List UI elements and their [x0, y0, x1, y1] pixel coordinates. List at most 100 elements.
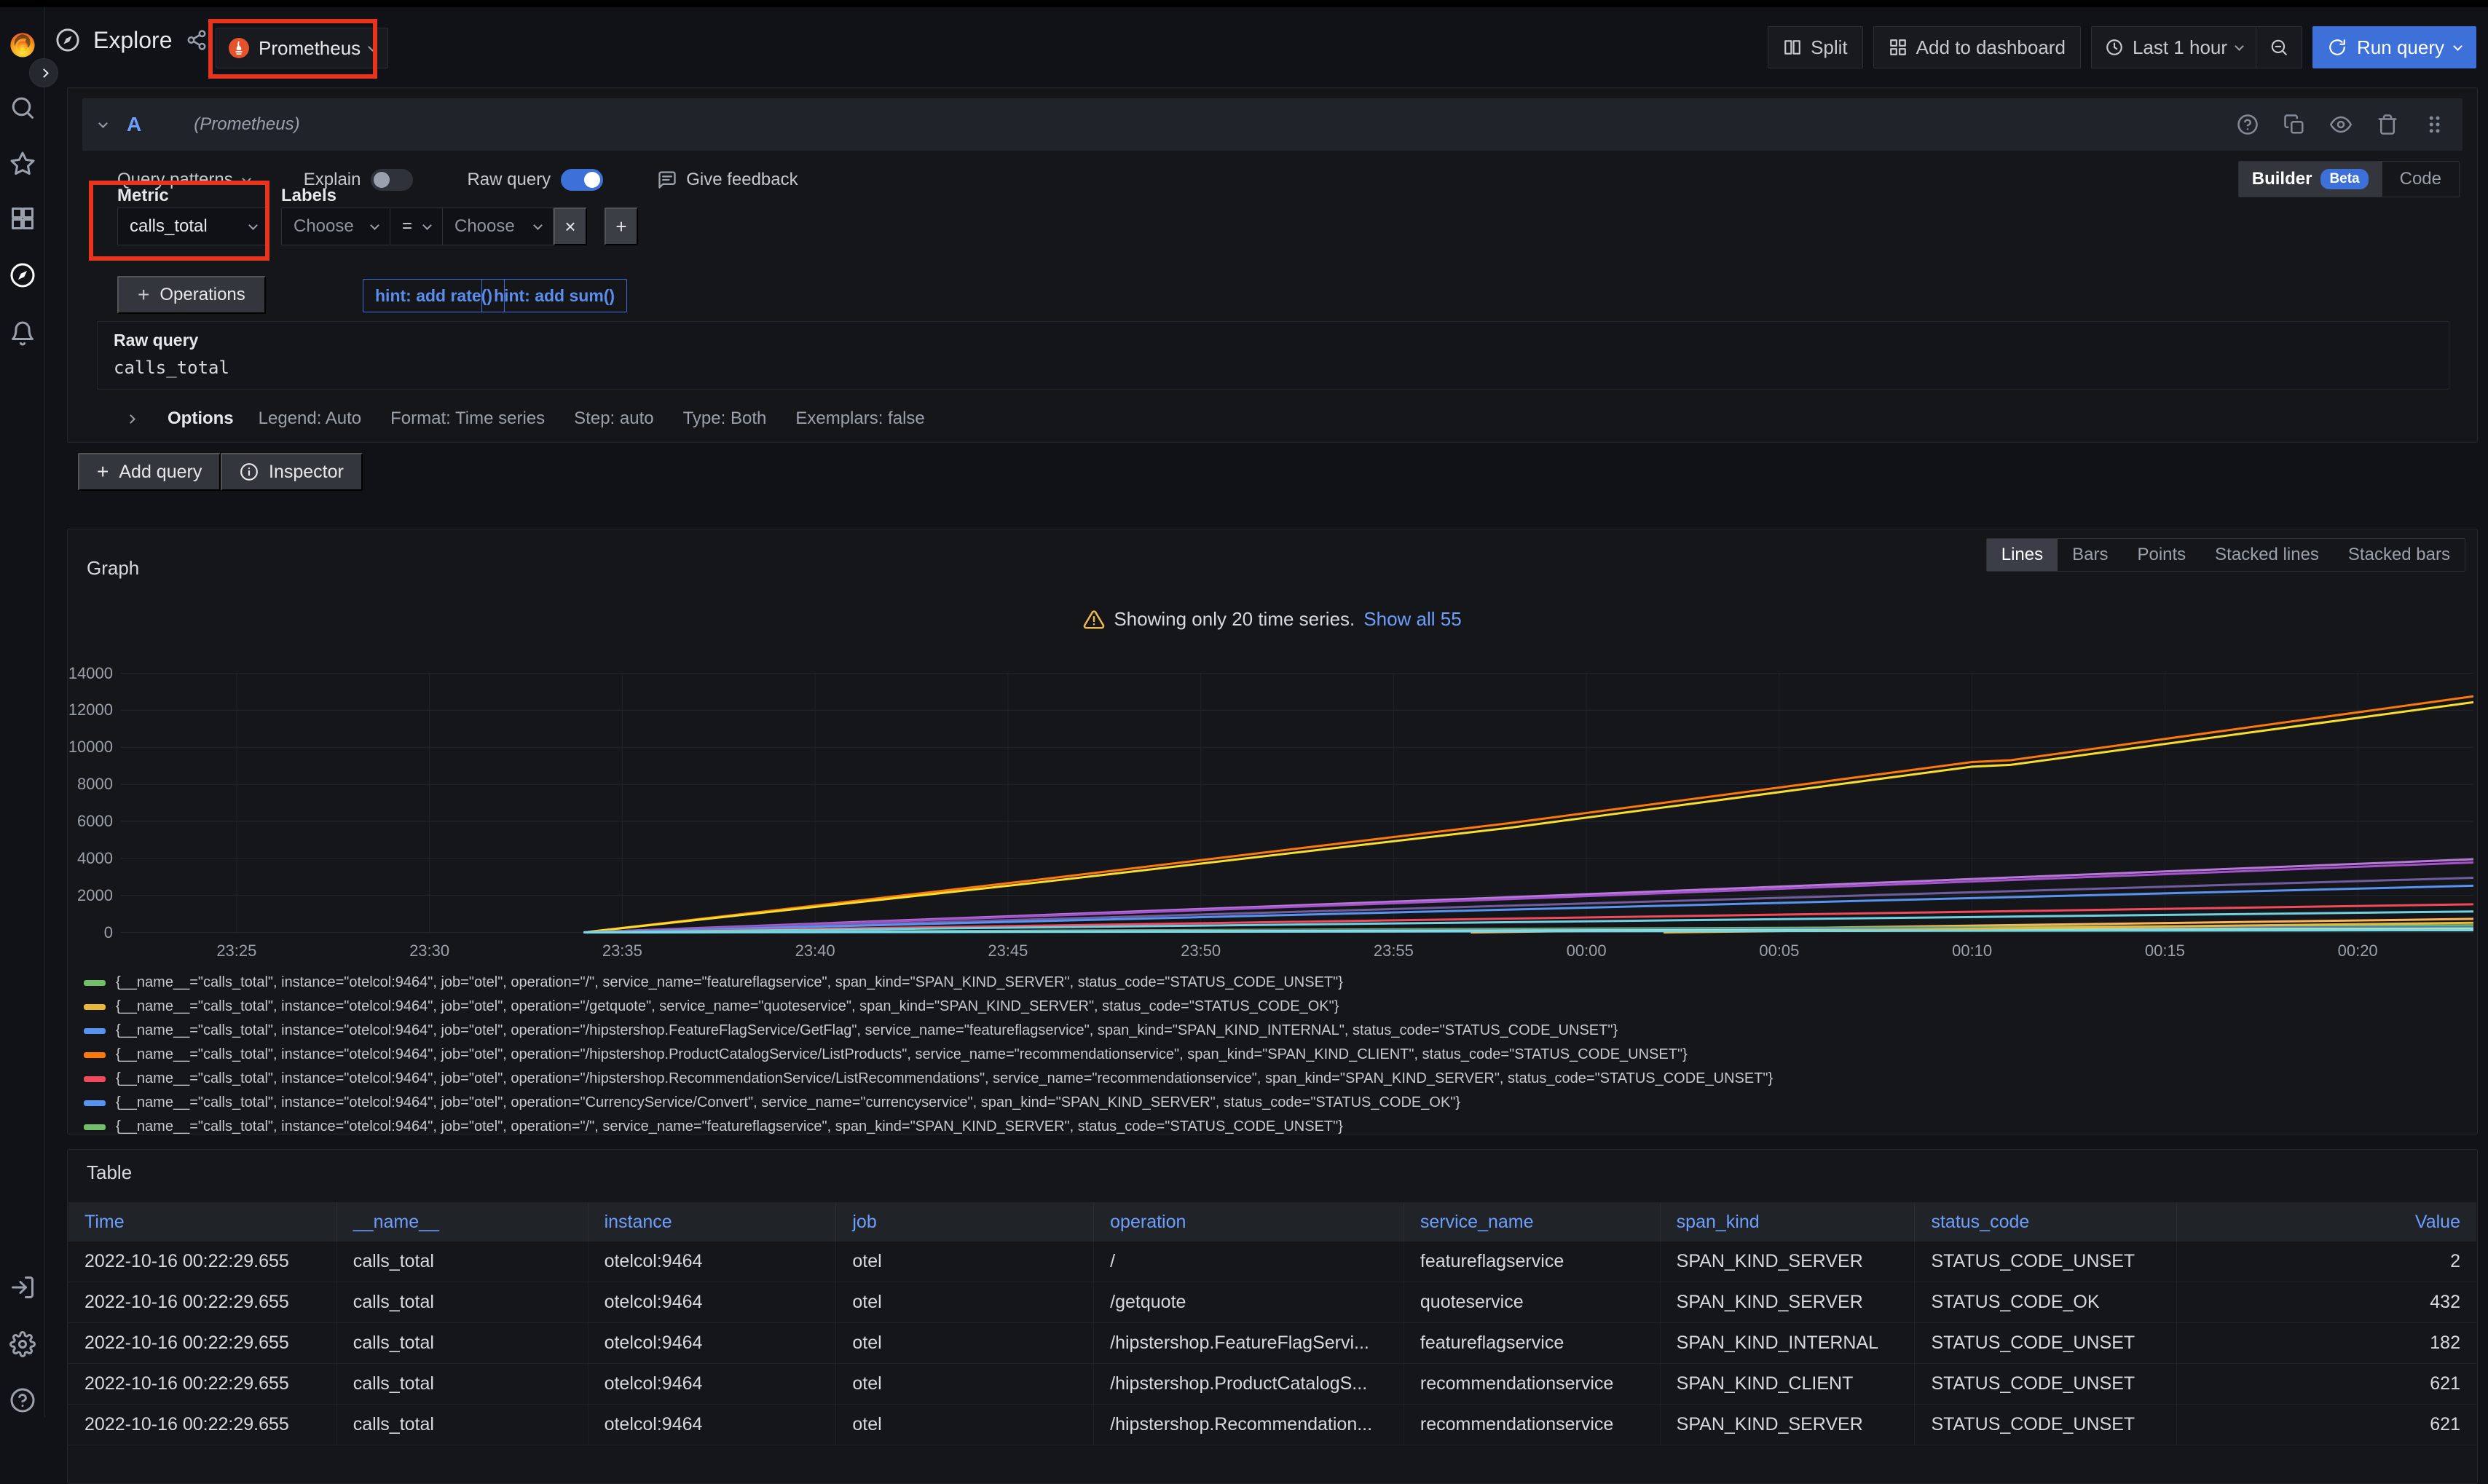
chevron-down-icon — [368, 42, 377, 52]
table-cell: STATUS_CODE_UNSET — [1914, 1323, 2176, 1363]
info-circle-icon — [240, 462, 259, 481]
graph-mode-stacked-lines[interactable]: Stacked lines — [2200, 539, 2334, 571]
chevron-down-icon — [2453, 42, 2463, 51]
graph-mode-switcher: LinesBarsPointsStacked linesStacked bars — [1986, 538, 2465, 572]
inspector-button[interactable]: Inspector — [221, 453, 363, 491]
settings-gear-icon[interactable] — [9, 1331, 36, 1357]
table-cell: calls_total — [336, 1282, 588, 1322]
add-query-button[interactable]: +Add query — [78, 453, 221, 491]
legend-label: {__name__="calls_total", instance="otelc… — [116, 1094, 1460, 1111]
search-icon[interactable] — [9, 95, 36, 121]
label-key-select[interactable]: Choose — [281, 208, 390, 245]
query-options-row[interactable]: Options Legend: Auto Format: Time series… — [127, 406, 925, 432]
give-feedback-link[interactable]: Give feedback — [686, 170, 798, 190]
x-tick-label: 00:20 — [2307, 942, 2409, 960]
sidebar-expand-button[interactable] — [29, 58, 58, 87]
table-cell: SPAN_KIND_SERVER — [1660, 1405, 1915, 1445]
collapse-chevron-icon[interactable] — [98, 119, 108, 128]
table-cell: 2022-10-16 00:22:29.655 — [68, 1242, 336, 1282]
grafana-logo[interactable] — [7, 29, 38, 60]
time-range-picker[interactable]: Last 1 hour — [2092, 27, 2256, 68]
table-cell: 2 — [2176, 1242, 2476, 1282]
hint-add-sum-button[interactable]: hint: add sum() — [481, 279, 627, 312]
legend-item[interactable]: {__name__="calls_total", instance="otelc… — [84, 1043, 2465, 1067]
duplicate-query-icon[interactable] — [2283, 114, 2305, 135]
table-row: 2022-10-16 00:22:29.655calls_totalotelco… — [68, 1282, 2476, 1323]
refresh-icon — [2328, 38, 2347, 57]
column-header-operation[interactable]: operation — [1093, 1202, 1404, 1242]
legend-label: {__name__="calls_total", instance="otelc… — [116, 1022, 1618, 1039]
column-header-__name__[interactable]: __name__ — [336, 1202, 588, 1242]
options-title: Options — [168, 409, 234, 429]
add-operations-button[interactable]: + Operations — [117, 276, 266, 314]
table-cell: otelcol:9464 — [588, 1242, 836, 1282]
explain-toggle[interactable] — [371, 169, 413, 191]
legend-color-mark — [84, 1028, 106, 1034]
remove-label-button[interactable]: × — [554, 208, 587, 245]
time-series-chart[interactable] — [121, 672, 2473, 934]
tab-code[interactable]: Code — [2382, 162, 2459, 197]
zoom-out-time-button[interactable] — [2256, 27, 2302, 68]
datasource-name: Prometheus — [259, 37, 361, 60]
column-header-status_code[interactable]: status_code — [1914, 1202, 2176, 1242]
explore-compass-icon[interactable] — [9, 262, 36, 288]
column-header-job[interactable]: job — [835, 1202, 1093, 1242]
graph-mode-points[interactable]: Points — [2122, 539, 2200, 571]
y-tick-label: 14000 — [68, 664, 113, 683]
legend-item[interactable]: {__name__="calls_total", instance="otelc… — [84, 1091, 2465, 1115]
help-icon[interactable] — [9, 1387, 36, 1413]
table-cell: featureflagservice — [1404, 1323, 1660, 1363]
run-query-button[interactable]: Run query — [2312, 26, 2476, 68]
y-tick-label: 0 — [68, 923, 113, 942]
star-icon[interactable] — [9, 151, 36, 177]
column-header-time[interactable]: Time — [68, 1202, 336, 1242]
disable-query-eye-icon[interactable] — [2330, 114, 2352, 135]
table-header-row: Time__name__instancejoboperationservice_… — [68, 1202, 2476, 1242]
datasource-picker[interactable]: Prometheus — [216, 28, 388, 68]
legend-item[interactable]: {__name__="calls_total", instance="otelc… — [84, 1067, 2465, 1091]
query-help-icon[interactable] — [2237, 114, 2259, 135]
add-label-button[interactable]: + — [605, 208, 638, 245]
series-limit-warning: Showing only 20 time series. Show all 55 — [68, 608, 2477, 631]
legend-item[interactable]: {__name__="calls_total", instance="otelc… — [84, 971, 2465, 995]
label-value-select[interactable]: Choose — [443, 208, 554, 245]
x-tick-label: 00:10 — [1921, 942, 2023, 960]
legend-item[interactable]: {__name__="calls_total", instance="otelc… — [84, 1019, 2465, 1043]
table-cell: calls_total — [336, 1364, 588, 1404]
column-header-span_kind[interactable]: span_kind — [1660, 1202, 1915, 1242]
column-header-value[interactable]: Value — [2176, 1202, 2476, 1242]
raw-query-toggle[interactable] — [561, 169, 603, 191]
table-cell: 432 — [2176, 1282, 2476, 1322]
label-operator-select[interactable]: = — [390, 208, 443, 245]
sign-in-icon[interactable] — [9, 1274, 36, 1301]
tab-builder[interactable]: Builder Beta — [2239, 162, 2382, 197]
labels-label: Labels — [281, 186, 336, 206]
add-to-dashboard-button[interactable]: Add to dashboard — [1873, 26, 2081, 68]
query-row-header[interactable]: A (Prometheus) — [82, 98, 2463, 151]
legend-item-clipped[interactable]: {__name__="calls_total", instance="otelc… — [84, 1115, 2465, 1134]
dashboards-icon[interactable] — [9, 205, 36, 232]
legend-item[interactable]: {__name__="calls_total", instance="otelc… — [84, 995, 2465, 1019]
table-cell: 621 — [2176, 1364, 2476, 1404]
legend-label: {__name__="calls_total", instance="otelc… — [116, 1070, 1773, 1087]
feedback-comment-icon — [657, 170, 677, 190]
options-step: Step: auto — [574, 409, 653, 429]
metric-select[interactable]: calls_total — [117, 208, 269, 245]
share-icon[interactable] — [186, 29, 208, 51]
table-cell: recommendationservice — [1404, 1405, 1660, 1445]
alerting-bell-icon[interactable] — [9, 320, 36, 347]
graph-mode-bars[interactable]: Bars — [2058, 539, 2122, 571]
table-cell: recommendationservice — [1404, 1364, 1660, 1404]
delete-query-trash-icon[interactable] — [2377, 114, 2398, 135]
builder-code-switch: Builder Beta Code — [2238, 161, 2460, 197]
column-header-service_name[interactable]: service_name — [1404, 1202, 1660, 1242]
graph-panel-title: Graph — [87, 557, 139, 580]
graph-mode-stacked-bars[interactable]: Stacked bars — [2334, 539, 2465, 571]
graph-panel: Graph LinesBarsPointsStacked linesStacke… — [67, 529, 2478, 1134]
split-button[interactable]: Split — [1768, 26, 1863, 68]
show-all-series-link[interactable]: Show all 55 — [1363, 608, 1461, 631]
drag-handle-grip-icon[interactable] — [2423, 114, 2445, 135]
graph-mode-lines[interactable]: Lines — [1987, 539, 2058, 571]
options-expand-chevron[interactable] — [126, 414, 135, 424]
column-header-instance[interactable]: instance — [588, 1202, 836, 1242]
